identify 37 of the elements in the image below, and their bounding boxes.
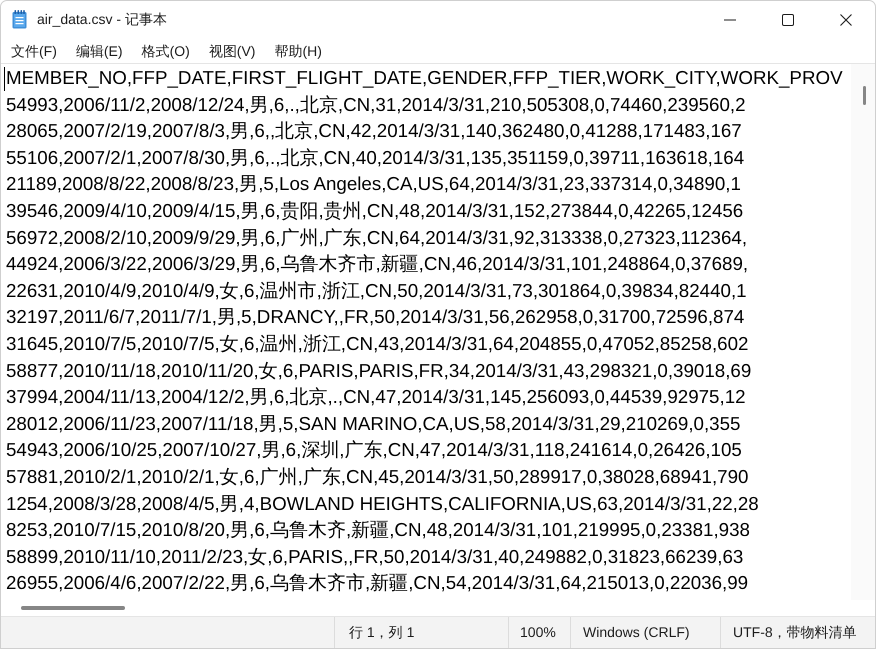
line-ending: Windows (CRLF) (583, 623, 690, 642)
vertical-scrollbar-thumb[interactable] (863, 86, 866, 105)
text-line: 8253,2010/7/15,2010/8/20,男,6,乌鲁木齐,新疆,CN,48,2014/3/31,101,219995,0,23381,938 (6, 518, 750, 542)
text-line: 28065,2007/2/19,2007/8/3,男,6,,北京,CN,42,2014/3/31,140,362480,0,41288,171483,167 (6, 119, 742, 144)
zoom-level: 100% (520, 623, 556, 642)
menu-item[interactable]: 文件(F) (3, 40, 65, 62)
text-line: MEMBER_NO,FFP_DATE,FIRST_FLIGHT_DATE,GENDER,FFP_TIER,WORK_CITY,WORK_PROV (6, 66, 843, 90)
menu-item[interactable]: 格式(O) (134, 40, 198, 62)
text-line: 57881,2010/2/1,2010/2/1,女,6,广州,广东,CN,45,2014/3/31,50,289917,0,38028,68941,790 (6, 464, 748, 489)
maximize-icon (782, 14, 794, 26)
text-line: 1254,2008/3/28,2008/4/5,男,4,BOWLAND HEIGHTS,CALIFORNIA,US,63,2014/3/31,22,28 (6, 492, 759, 516)
menu-item[interactable]: 帮助(H) (266, 40, 330, 62)
menu-item[interactable]: 视图(V) (200, 40, 264, 62)
close-icon (840, 14, 852, 26)
text-line: 37994,2004/11/13,2004/12/2,男,6,北京,.,CN,47,2014/3/31,145,256093,0,44539,92975,12 (6, 385, 746, 410)
text-line: 31645,2010/7/5,2010/7/5,女,6,温州,浙江,CN,43,2014/3/31,64,204855,0,47052,85258,602 (6, 332, 748, 356)
text-line: 54993,2006/11/2,2008/12/24,男,6,.,北京,CN,31,2014/3/31,210,505308,0,74460,239560,2 (6, 92, 746, 117)
vertical-scrollbar[interactable] (851, 64, 875, 600)
text-line: 28012,2006/11/23,2007/11/18,男,5,SAN MARINO,CA,US,58,2014/3/31,29,210269,0,355 (6, 412, 740, 436)
text-line: 44924,2006/3/22,2006/3/29,男,6,乌鲁木齐市,新疆,CN,46,2014/3/31,101,248864,0,37689, (6, 252, 748, 276)
text-line: 58899,2010/11/10,2011/2/23,女,6,PARIS,,FR,50,2014/3/31,40,249882,0,31823,66239,63 (6, 544, 744, 569)
text-line: 58877,2010/11/18,2010/11/20,女,6,PARIS,PARIS,FR,34,2014/3/31,43,298321,0,39018,69 (6, 358, 752, 383)
text-line: 54943,2006/10/25,2007/10/27,男,6,深圳,广东,CN,47,2014/3/31,118,241614,0,26426,105 (6, 438, 742, 462)
text-line: 39546,2009/4/10,2009/4/15,男,6,贵阳,贵州,CN,48,2014/3/31,152,273844,0,42265,12456 (6, 198, 744, 223)
notepad-icon (12, 10, 27, 29)
text-line: 22631,2010/4/9,2010/4/9,女,6,温州市,浙江,CN,50,2014/3/31,73,301864,0,39834,82440,1 (6, 278, 747, 303)
horizontal-scrollbar-thumb[interactable] (21, 606, 125, 610)
window-title: air_data.csv - 记事本 (37, 10, 168, 29)
text-line: 55106,2007/2/1,2007/8/30,男,6,.,北京,CN,40,2014/3/31,135,351159,0,39711,163618,164 (6, 146, 744, 170)
menu-item[interactable]: 编辑(E) (68, 40, 131, 62)
text-line: 32197,2011/6/7,2011/7/1,男,5,DRANCY,,FR,50,2014/3/31,56,262958,0,31700,72596,874 (6, 305, 744, 330)
text-line: 26955,2006/4/6,2007/2/22,男,6,乌鲁木齐市,新疆,CN,54,2014/3/31,64,215013,0,22036,99 (6, 571, 748, 596)
text-encoding: UTF-8，带物料清单 (733, 623, 857, 642)
cursor-position: 行 1，列 1 (349, 623, 414, 642)
text-line: 56972,2008/2/10,2009/9/29,男,6,广州,广东,CN,64,2014/3/31,92,313338,0,27323,112364, (6, 226, 748, 250)
text-cursor (4, 67, 5, 91)
text-line: 21189,2008/8/22,2008/8/23,男,5,Los Angeles,CA,US,64,2014/3/31,23,337314,0,34890,1 (6, 172, 741, 196)
